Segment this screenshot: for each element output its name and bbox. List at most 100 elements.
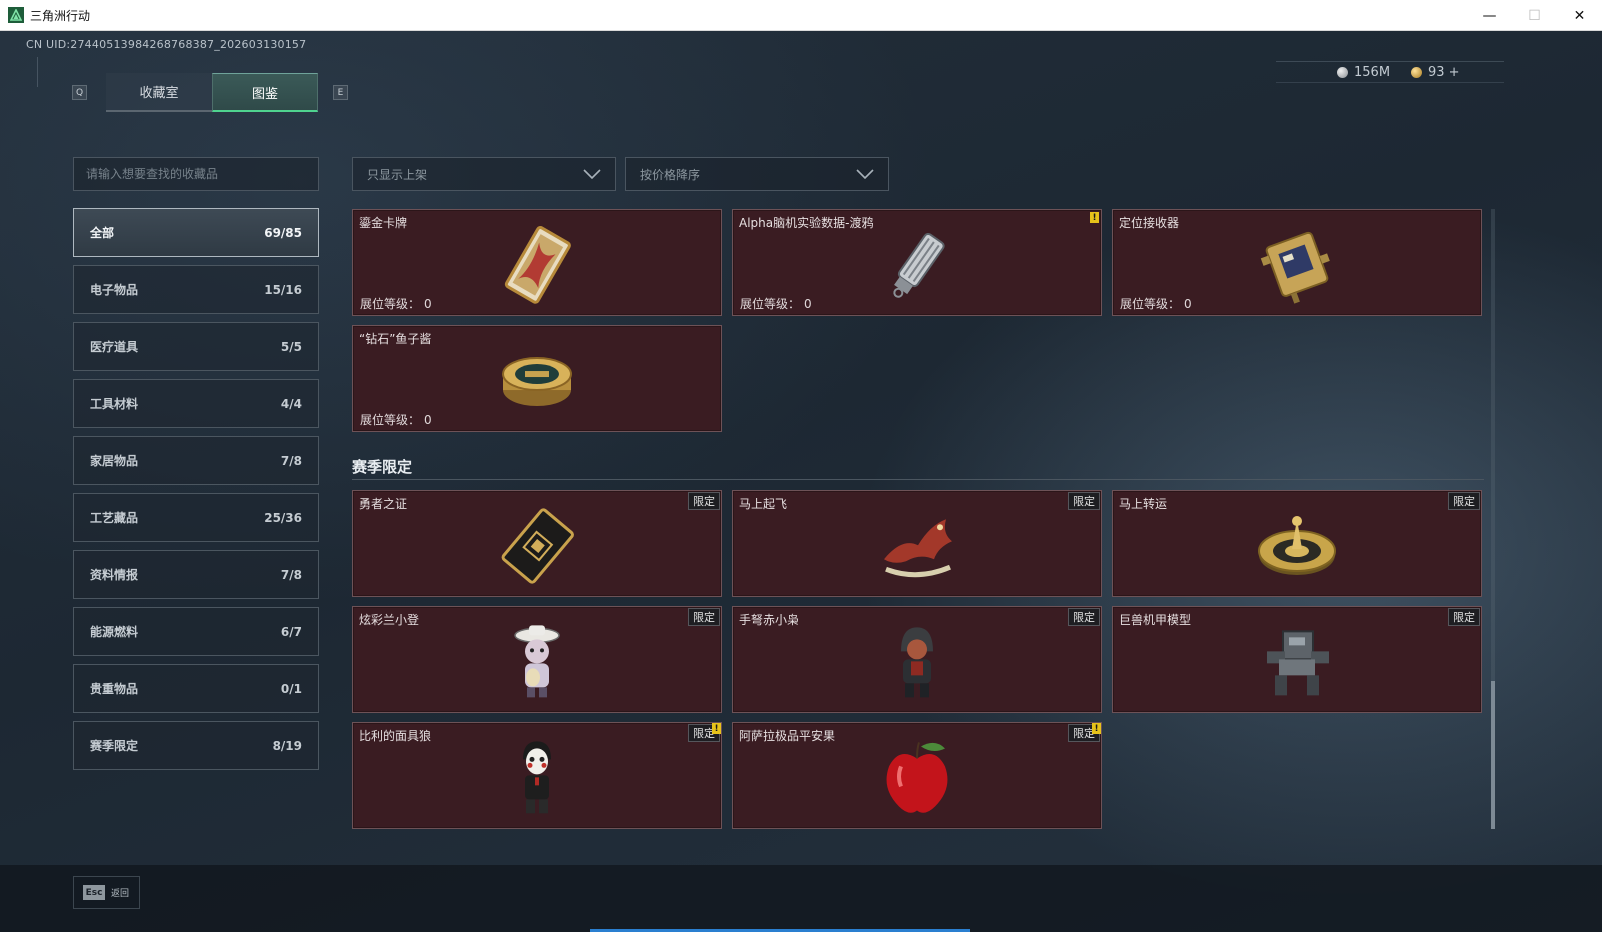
warning-icon: ! bbox=[1090, 212, 1099, 223]
silver-amount: 156M bbox=[1354, 65, 1391, 80]
sort-dropdown[interactable]: 按价格降序 bbox=[625, 157, 889, 191]
brave-card-icon bbox=[494, 505, 580, 589]
close-button[interactable]: ✕ bbox=[1557, 0, 1602, 31]
category-intel[interactable]: 资料情报 7/8 bbox=[73, 550, 319, 599]
filter-dropdown-value: 只显示上架 bbox=[367, 167, 428, 182]
item-name: 马上起飞 bbox=[739, 497, 788, 511]
decor-line bbox=[37, 57, 38, 87]
locator-receiver-icon bbox=[1255, 224, 1339, 308]
item-card[interactable]: 马上转运 限定 bbox=[1112, 490, 1482, 597]
category-count: 15/16 bbox=[264, 282, 302, 297]
level-label: 展位等级： bbox=[360, 297, 421, 311]
item-card[interactable]: “钻石”鱼子酱 展位等级： 0 bbox=[352, 325, 722, 432]
gold-amount[interactable]: 93 + bbox=[1428, 65, 1460, 80]
item-card[interactable]: 阿萨拉极品平安果 限定 ! bbox=[732, 722, 1102, 829]
category-count: 7/8 bbox=[280, 567, 302, 582]
filter-dropdown[interactable]: 只显示上架 bbox=[352, 157, 616, 191]
category-count: 0/1 bbox=[280, 681, 302, 696]
category-label: 全部 bbox=[90, 226, 115, 240]
sort-dropdown-value: 按价格降序 bbox=[640, 167, 701, 182]
item-card[interactable]: Alpha脑机实验数据-渡鸦 ! 展位等级： 0 bbox=[732, 209, 1102, 316]
item-card[interactable]: 定位接收器 展位等级： 0 bbox=[1112, 209, 1482, 316]
level-value: 0 bbox=[1184, 297, 1192, 311]
sombrero-figure-icon bbox=[507, 621, 567, 705]
category-energy[interactable]: 能源燃料 6/7 bbox=[73, 607, 319, 656]
category-label: 贵重物品 bbox=[90, 682, 139, 696]
rocking-horse-icon bbox=[872, 507, 962, 587]
search-box[interactable] bbox=[73, 157, 319, 191]
category-household[interactable]: 家居物品 7/8 bbox=[73, 436, 319, 485]
key-hint-q: Q bbox=[72, 85, 87, 100]
back-button[interactable]: Esc 返回 bbox=[73, 876, 140, 909]
warning-icon: ! bbox=[1092, 723, 1101, 734]
category-count: 25/36 bbox=[264, 510, 302, 525]
item-card[interactable]: 比利的面具狼 限定 ! bbox=[352, 722, 722, 829]
game-viewport: CN UID:274405139842687​68387_20260313015… bbox=[0, 31, 1602, 932]
limited-badge: 限定 bbox=[1448, 608, 1480, 626]
category-count: 5/5 bbox=[280, 339, 302, 354]
category-label: 能源燃料 bbox=[90, 625, 139, 639]
item-card[interactable]: 马上起飞 限定 bbox=[732, 490, 1102, 597]
gold-currency[interactable]: 93 + bbox=[1411, 65, 1460, 80]
tab-catalog[interactable]: 图鉴 bbox=[212, 73, 318, 112]
warning-icon: ! bbox=[712, 723, 721, 734]
minimize-button[interactable]: — bbox=[1467, 0, 1512, 31]
level-label: 展位等级： bbox=[360, 413, 421, 427]
limited-badge: 限定 bbox=[688, 608, 720, 626]
apple-icon bbox=[879, 736, 955, 822]
category-all[interactable]: 全部 69/85 bbox=[73, 208, 319, 257]
category-medical[interactable]: 医疗道具 5/5 bbox=[73, 322, 319, 371]
item-name: 巨兽机甲模型 bbox=[1119, 613, 1192, 627]
gold-card-icon bbox=[492, 224, 582, 308]
category-count: 6/7 bbox=[280, 624, 302, 639]
category-label: 电子物品 bbox=[90, 283, 139, 297]
category-electronics[interactable]: 电子物品 15/16 bbox=[73, 265, 319, 314]
category-count: 7/8 bbox=[280, 453, 302, 468]
level-label: 展位等级： bbox=[1120, 297, 1181, 311]
category-label: 工具材料 bbox=[90, 397, 139, 411]
silver-coin-icon bbox=[1337, 67, 1348, 78]
category-label: 医疗道具 bbox=[90, 340, 139, 354]
tab-collection-room[interactable]: 收藏室 bbox=[106, 73, 212, 112]
item-card[interactable]: 手弩赤小枭 限定 bbox=[732, 606, 1102, 713]
scrollbar-thumb[interactable] bbox=[1491, 681, 1495, 829]
maximize-button[interactable]: ☐ bbox=[1512, 0, 1557, 31]
level-value: 0 bbox=[804, 297, 812, 311]
item-card[interactable]: 勇者之证 限定 bbox=[352, 490, 722, 597]
item-name: 定位接收器 bbox=[1119, 216, 1180, 230]
limited-badge: 限定 bbox=[1448, 492, 1480, 510]
item-name: 比利的面具狼 bbox=[359, 729, 432, 743]
category-tools[interactable]: 工具材料 4/4 bbox=[73, 379, 319, 428]
hooded-figure-icon bbox=[889, 621, 945, 705]
esc-key-icon: Esc bbox=[83, 885, 105, 900]
chevron-down-icon bbox=[583, 169, 601, 179]
level-value: 0 bbox=[424, 297, 432, 311]
data-canister-icon bbox=[877, 224, 957, 308]
window-title: 三角洲行动 bbox=[30, 8, 91, 23]
level-value: 0 bbox=[424, 413, 432, 427]
category-label: 家居物品 bbox=[90, 454, 139, 468]
category-label: 资料情报 bbox=[90, 568, 139, 582]
item-card[interactable]: 炫彩兰小登 限定 bbox=[352, 606, 722, 713]
tab-bar: 收藏室 图鉴 bbox=[106, 73, 318, 112]
fortune-wheel-icon bbox=[1254, 509, 1340, 585]
player-uid: CN UID:274405139842687​68387_20260313015… bbox=[26, 38, 307, 51]
level-label: 展位等级： bbox=[740, 297, 801, 311]
limited-badge: 限定 bbox=[1068, 492, 1100, 510]
window-titlebar: 三角洲行动 — ☐ ✕ bbox=[0, 0, 1602, 31]
category-count: 69/85 bbox=[264, 225, 302, 240]
item-card[interactable]: 巨兽机甲模型 限定 bbox=[1112, 606, 1482, 713]
category-valuables[interactable]: 贵重物品 0/1 bbox=[73, 664, 319, 713]
category-crafts[interactable]: 工艺藏品 25/36 bbox=[73, 493, 319, 542]
search-input[interactable] bbox=[86, 167, 306, 181]
category-season-limited[interactable]: 赛季限定 8/19 bbox=[73, 721, 319, 770]
category-label: 赛季限定 bbox=[90, 739, 139, 753]
silver-currency: 156M bbox=[1337, 65, 1390, 80]
item-card[interactable]: 鎏金卡牌 展位等级： 0 bbox=[352, 209, 722, 316]
category-label: 工艺藏品 bbox=[90, 511, 139, 525]
app-logo-icon bbox=[8, 7, 24, 23]
limited-badge: 限定 bbox=[688, 492, 720, 510]
item-name: 马上转运 bbox=[1119, 497, 1168, 511]
chevron-down-icon bbox=[856, 169, 874, 179]
item-name: “钻石”鱼子酱 bbox=[359, 332, 432, 346]
